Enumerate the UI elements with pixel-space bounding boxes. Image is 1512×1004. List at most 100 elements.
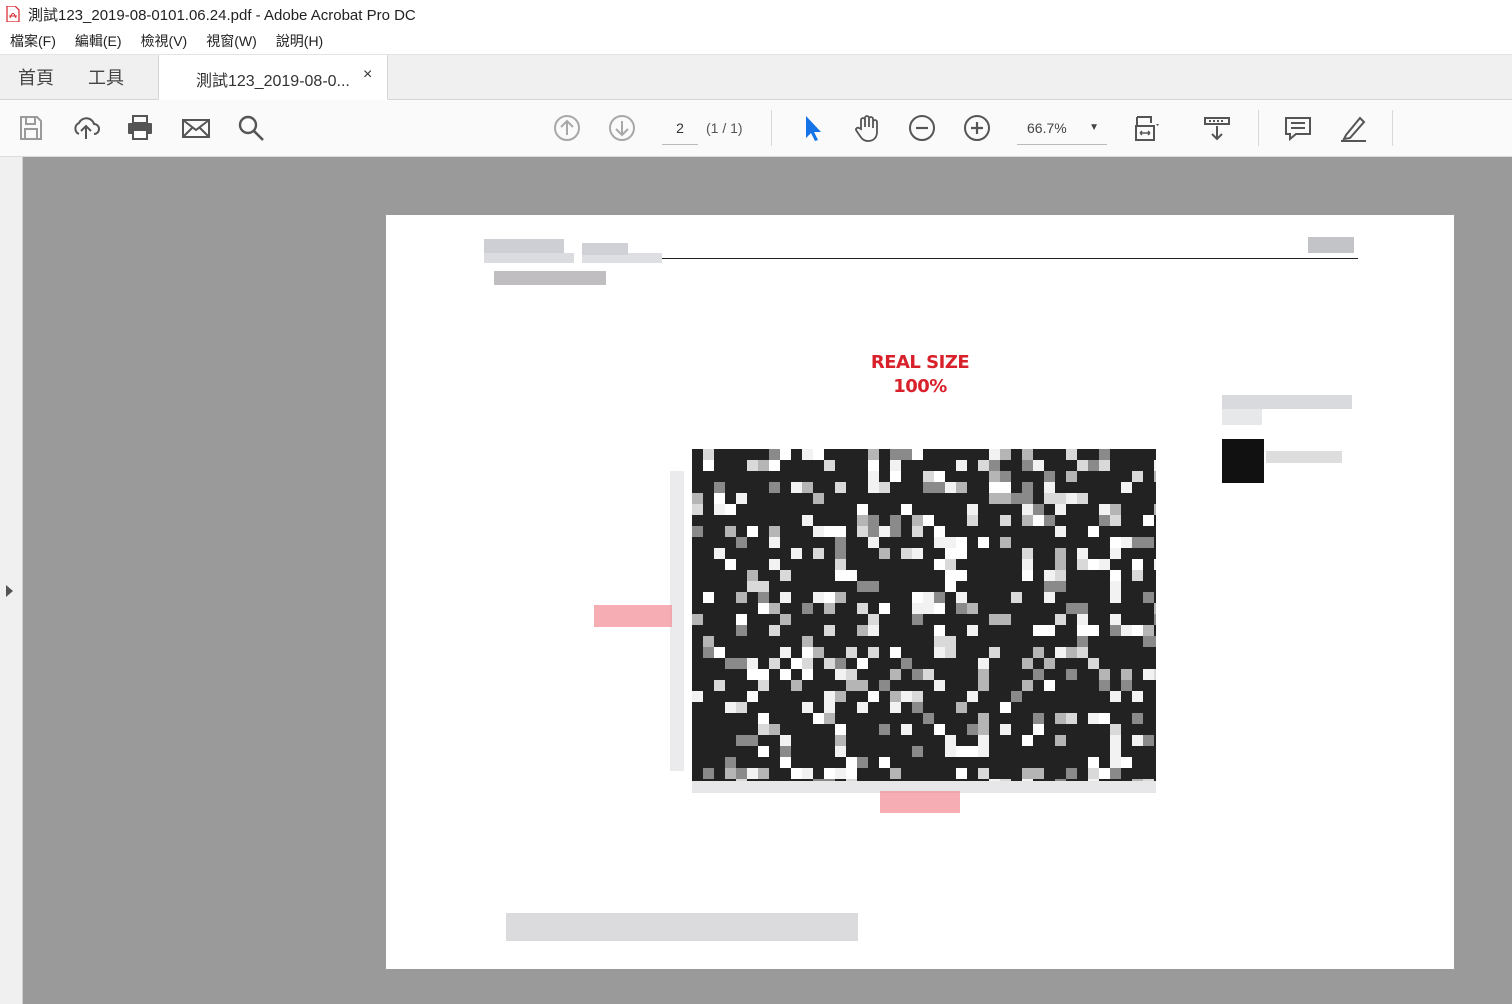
pattern-cell (857, 515, 868, 526)
next-page-icon[interactable] (606, 112, 638, 144)
pattern-cell (1044, 471, 1055, 482)
fit-page-icon[interactable] (1130, 112, 1162, 144)
pattern-cell (1022, 515, 1033, 526)
menu-help[interactable]: 說明(H) (276, 31, 323, 51)
pattern-cell (1099, 680, 1110, 691)
hand-icon[interactable] (851, 112, 883, 144)
pattern-cell (758, 592, 769, 603)
pattern-cell (890, 691, 901, 702)
pattern-cell (868, 625, 879, 636)
pattern-cell (1110, 537, 1121, 548)
save-icon[interactable] (15, 112, 47, 144)
pattern-cell (714, 493, 725, 504)
legend-swatch (1222, 439, 1264, 483)
sign-icon[interactable] (1337, 112, 1369, 144)
menu-file[interactable]: 檔案(F) (10, 31, 56, 51)
scroll-mode-icon[interactable] (1201, 112, 1233, 144)
pattern-cell (780, 614, 791, 625)
pattern-cell (1099, 559, 1110, 570)
pattern-cell (1099, 515, 1110, 526)
pattern-cell (769, 559, 780, 570)
pattern-cell (989, 614, 1000, 625)
pattern-cell (890, 515, 901, 526)
pattern-cell (1099, 768, 1110, 779)
close-tab-icon[interactable]: × (363, 66, 372, 84)
tab-home[interactable]: 首頁 (18, 64, 54, 90)
pattern-cell (989, 460, 1000, 471)
pattern-cell (769, 449, 780, 460)
pattern-cell (780, 669, 791, 680)
zoom-dropdown[interactable]: 66.7% ▼ (1017, 116, 1107, 145)
pattern-cell (1110, 614, 1121, 625)
zoom-in-icon[interactable] (961, 112, 993, 144)
pattern-cell (989, 493, 1000, 504)
pattern-cell (879, 757, 890, 768)
menu-window[interactable]: 視窗(W) (206, 31, 257, 51)
expand-panel-icon[interactable] (6, 585, 13, 597)
pattern-cell (1154, 614, 1156, 625)
tab-tools[interactable]: 工具 (88, 64, 124, 90)
menu-view[interactable]: 檢視(V) (141, 31, 188, 51)
pattern-cell (1044, 680, 1055, 691)
pattern-cell (824, 702, 835, 713)
pattern-cell (1033, 504, 1044, 515)
pattern-cell (1066, 768, 1077, 779)
pattern-cell (1077, 559, 1088, 570)
pattern-cell (1110, 691, 1121, 702)
pattern-cell (978, 724, 989, 735)
pattern-cell (934, 482, 945, 493)
pattern-cell (956, 460, 967, 471)
pattern-cell (857, 658, 868, 669)
page-number-input[interactable]: 2 (662, 116, 698, 145)
pattern-cell (1132, 625, 1143, 636)
pattern-cell (1055, 493, 1066, 504)
pattern-cell (945, 636, 956, 647)
pattern-cell (824, 460, 835, 471)
pattern-cell (1033, 460, 1044, 471)
email-icon[interactable] (180, 112, 212, 144)
document-viewer[interactable]: REAL SIZE 100% (0, 157, 1512, 1004)
pattern-cell (747, 768, 758, 779)
pattern-cell (714, 504, 725, 515)
pattern-cell (846, 757, 857, 768)
pattern-cell (802, 482, 813, 493)
pattern-cell (989, 647, 1000, 658)
pattern-cell (758, 581, 769, 592)
upload-cloud-icon[interactable] (70, 112, 102, 144)
pattern-cell (890, 669, 901, 680)
select-cursor-icon[interactable] (796, 112, 828, 144)
navigation-pane[interactable] (0, 157, 23, 1004)
pattern-cell (1033, 515, 1044, 526)
pattern-cell (1022, 735, 1033, 746)
pattern-cell (901, 504, 912, 515)
pattern-cell (1088, 460, 1099, 471)
menu-edit[interactable]: 編輯(E) (75, 31, 122, 51)
pattern-cell (956, 482, 967, 493)
page-count: (1 / 1) (706, 120, 743, 136)
pattern-cell (1121, 537, 1132, 548)
search-icon[interactable] (235, 112, 267, 144)
tab-document[interactable]: 測試123_2019-08-0... × (158, 55, 388, 100)
pattern-cell (868, 526, 879, 537)
blurred-header-text (582, 253, 662, 263)
pattern-cell (1154, 471, 1156, 482)
pdf-page[interactable]: REAL SIZE 100% (386, 215, 1454, 969)
pattern-cell (1000, 537, 1011, 548)
prev-page-icon[interactable] (551, 112, 583, 144)
zoom-out-icon[interactable] (906, 112, 938, 144)
pattern-cell (1022, 504, 1033, 515)
pattern-cell (725, 768, 736, 779)
pattern-cell (956, 702, 967, 713)
pattern-cell (758, 669, 769, 680)
pattern-cell (835, 548, 846, 559)
pattern-cell (736, 658, 747, 669)
pattern-cell (901, 658, 912, 669)
pattern-cell (1033, 713, 1044, 724)
print-icon[interactable] (124, 112, 156, 144)
pattern-cell (934, 680, 945, 691)
comment-icon[interactable] (1282, 112, 1314, 144)
pattern-cell (813, 647, 824, 658)
pattern-cell (769, 625, 780, 636)
pattern-cell (1132, 471, 1143, 482)
pattern-cell (703, 592, 714, 603)
